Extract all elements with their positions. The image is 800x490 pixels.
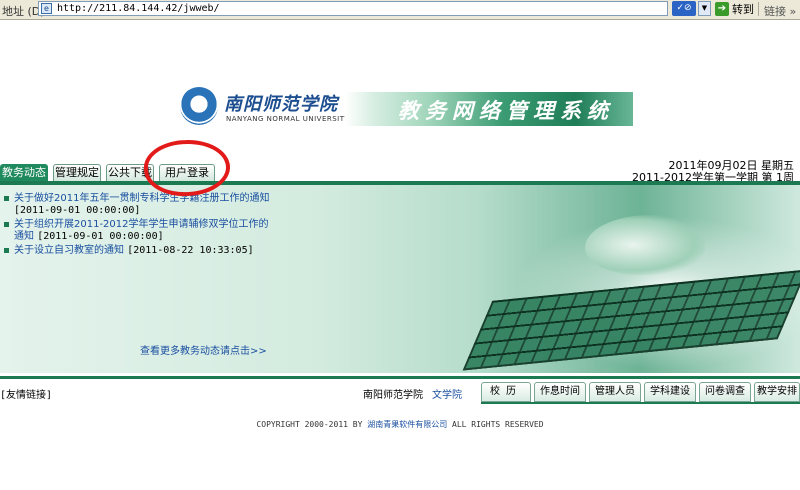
browser-address-bar: 地址 (D) e http://211.84.144.42/jwweb/ ✓⊘ … — [0, 0, 800, 20]
more-news-link[interactable]: 查看更多教务动态请点击>> — [140, 342, 267, 357]
footer-tab-survey[interactable]: 问卷调查 — [699, 382, 751, 402]
list-item[interactable]: 关于做好2011年五年一贯制专科学生学籍注册工作的通知 [2011-09-01 … — [0, 193, 270, 217]
footer-divider — [0, 376, 800, 379]
page-icon: e — [41, 3, 52, 14]
footer-tab-schedule[interactable]: 作息时间 — [534, 382, 586, 402]
friend-links-label: [友情链接] — [0, 390, 53, 401]
tab-news[interactable]: 教务动态 — [0, 164, 48, 182]
school-name-en: NANYANG NORMAL UNIVERSITY — [226, 115, 350, 123]
news-title[interactable]: 关于做好2011年五年一贯制专科学生学籍注册工作的通知 — [14, 193, 269, 204]
footer-tab-staff[interactable]: 管理人员 — [589, 382, 641, 402]
go-label: 转到 — [732, 3, 754, 16]
school-link[interactable]: 南阳师范学院 — [363, 386, 423, 401]
footer-tab-discipline[interactable]: 学科建设 — [644, 382, 696, 402]
footer-tab-underline — [481, 402, 800, 404]
address-input[interactable]: e http://211.84.144.42/jwweb/ — [38, 1, 668, 16]
links-button[interactable]: 链接 » — [764, 3, 796, 19]
toolbar-divider — [758, 2, 759, 16]
hand-illustration — [585, 215, 705, 275]
footer-tab-calendar[interactable]: 校历 — [481, 382, 531, 402]
address-dropdown-chevron-icon[interactable]: ▼ — [698, 1, 711, 16]
tab-rules[interactable]: 管理规定 — [53, 164, 101, 182]
school-name-cn: 南阳师范学院 — [224, 94, 338, 115]
bullet-icon — [4, 222, 9, 227]
news-date: [2011-09-01 00:00:00] — [14, 205, 141, 216]
news-date: [2011-09-01 00:00:00] — [37, 231, 164, 242]
bullet-icon — [4, 248, 9, 253]
list-item[interactable]: 关于组织开展2011-2012学年学生申请辅修双学位工作的通知 [2011-09… — [0, 219, 270, 243]
security-icon[interactable]: ✓⊘ — [672, 1, 696, 16]
copyright-company-link[interactable]: 湖南青果软件有限公司 — [367, 420, 447, 429]
copyright: COPYRIGHT 2000-2011 BY 湖南青果软件有限公司 ALL RI… — [0, 419, 800, 430]
system-title: 教务网络管理系统 — [398, 98, 614, 123]
address-url: http://211.84.144.42/jwweb/ — [57, 3, 220, 14]
go-button[interactable]: ➔ 转到 — [715, 1, 754, 17]
list-item[interactable]: 关于设立自习教室的通知 [2011-08-22 10:33:05] — [0, 245, 270, 257]
copyright-prefix: COPYRIGHT 2000-2011 BY — [256, 420, 368, 429]
footer-tab-teaching[interactable]: 教学安排 — [754, 382, 800, 402]
news-list: 关于做好2011年五年一贯制专科学生学籍注册工作的通知 [2011-09-01 … — [0, 193, 270, 259]
go-arrow-icon: ➔ — [715, 2, 729, 16]
bullet-icon — [4, 196, 9, 201]
news-date: [2011-08-22 10:33:05] — [127, 245, 254, 256]
copyright-suffix: ALL RIGHTS RESERVED — [447, 420, 544, 429]
news-title[interactable]: 关于设立自习教室的通知 — [14, 245, 124, 256]
arts-college-link[interactable]: 文学院 — [432, 386, 462, 401]
school-emblem-icon — [180, 87, 218, 125]
